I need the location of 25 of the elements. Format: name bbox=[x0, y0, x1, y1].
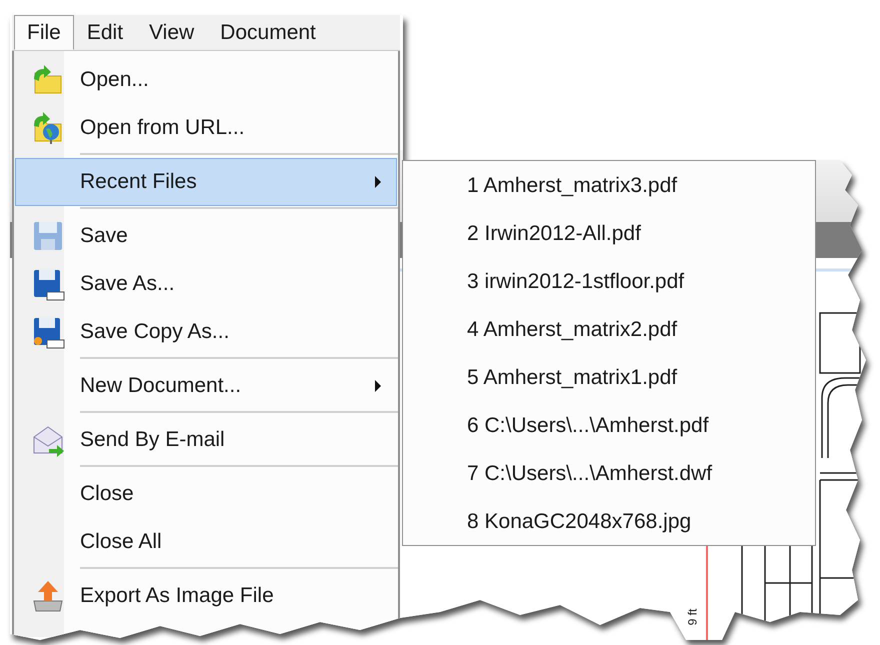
recent-file-item[interactable]: 6 C:\Users\...\Amherst.pdf bbox=[403, 402, 815, 450]
recent-file-item[interactable]: 1 Amherst_matrix3.pdf bbox=[403, 162, 815, 210]
export-icon bbox=[31, 579, 65, 613]
recent-file-item[interactable]: 2 Irwin2012-All.pdf bbox=[403, 210, 815, 258]
recent-file-item[interactable]: 5 Amherst_matrix1.pdf bbox=[403, 354, 815, 402]
menu-item[interactable]: Save Copy As... bbox=[15, 308, 397, 356]
recent-file-item[interactable]: 3 irwin2012-1stfloor.pdf bbox=[403, 258, 815, 306]
menu-bar-item[interactable]: Edit bbox=[74, 15, 136, 50]
menu-item[interactable]: Open... bbox=[15, 56, 397, 104]
menu-item[interactable]: Send By E-mail bbox=[15, 416, 397, 464]
menu-bar-item[interactable]: Document bbox=[207, 15, 329, 50]
menu-item[interactable]: Close bbox=[15, 470, 397, 518]
menu-item[interactable]: Export As Image File bbox=[15, 572, 397, 620]
menu-item[interactable]: Save bbox=[15, 212, 397, 260]
recent-file-item[interactable]: 7 C:\Users\...\Amherst.dwf bbox=[403, 450, 815, 498]
recent-file-item[interactable]: 4 Amherst_matrix2.pdf bbox=[403, 306, 815, 354]
recent-file-item[interactable]: 8 KonaGC2048x768.jpg bbox=[403, 498, 815, 546]
menu-item[interactable]: Open from URL... bbox=[15, 104, 397, 152]
menu-item[interactable]: Close All bbox=[15, 518, 397, 566]
menu-bar-item[interactable]: View bbox=[136, 15, 208, 50]
menu-item[interactable]: Save As... bbox=[15, 260, 397, 308]
menu-item[interactable]: Recent Files bbox=[15, 158, 397, 206]
menu-item[interactable]: New Document... bbox=[15, 362, 397, 410]
menu-bar-item[interactable]: File bbox=[14, 15, 74, 50]
dimension-label: 9 ft bbox=[685, 608, 700, 626]
